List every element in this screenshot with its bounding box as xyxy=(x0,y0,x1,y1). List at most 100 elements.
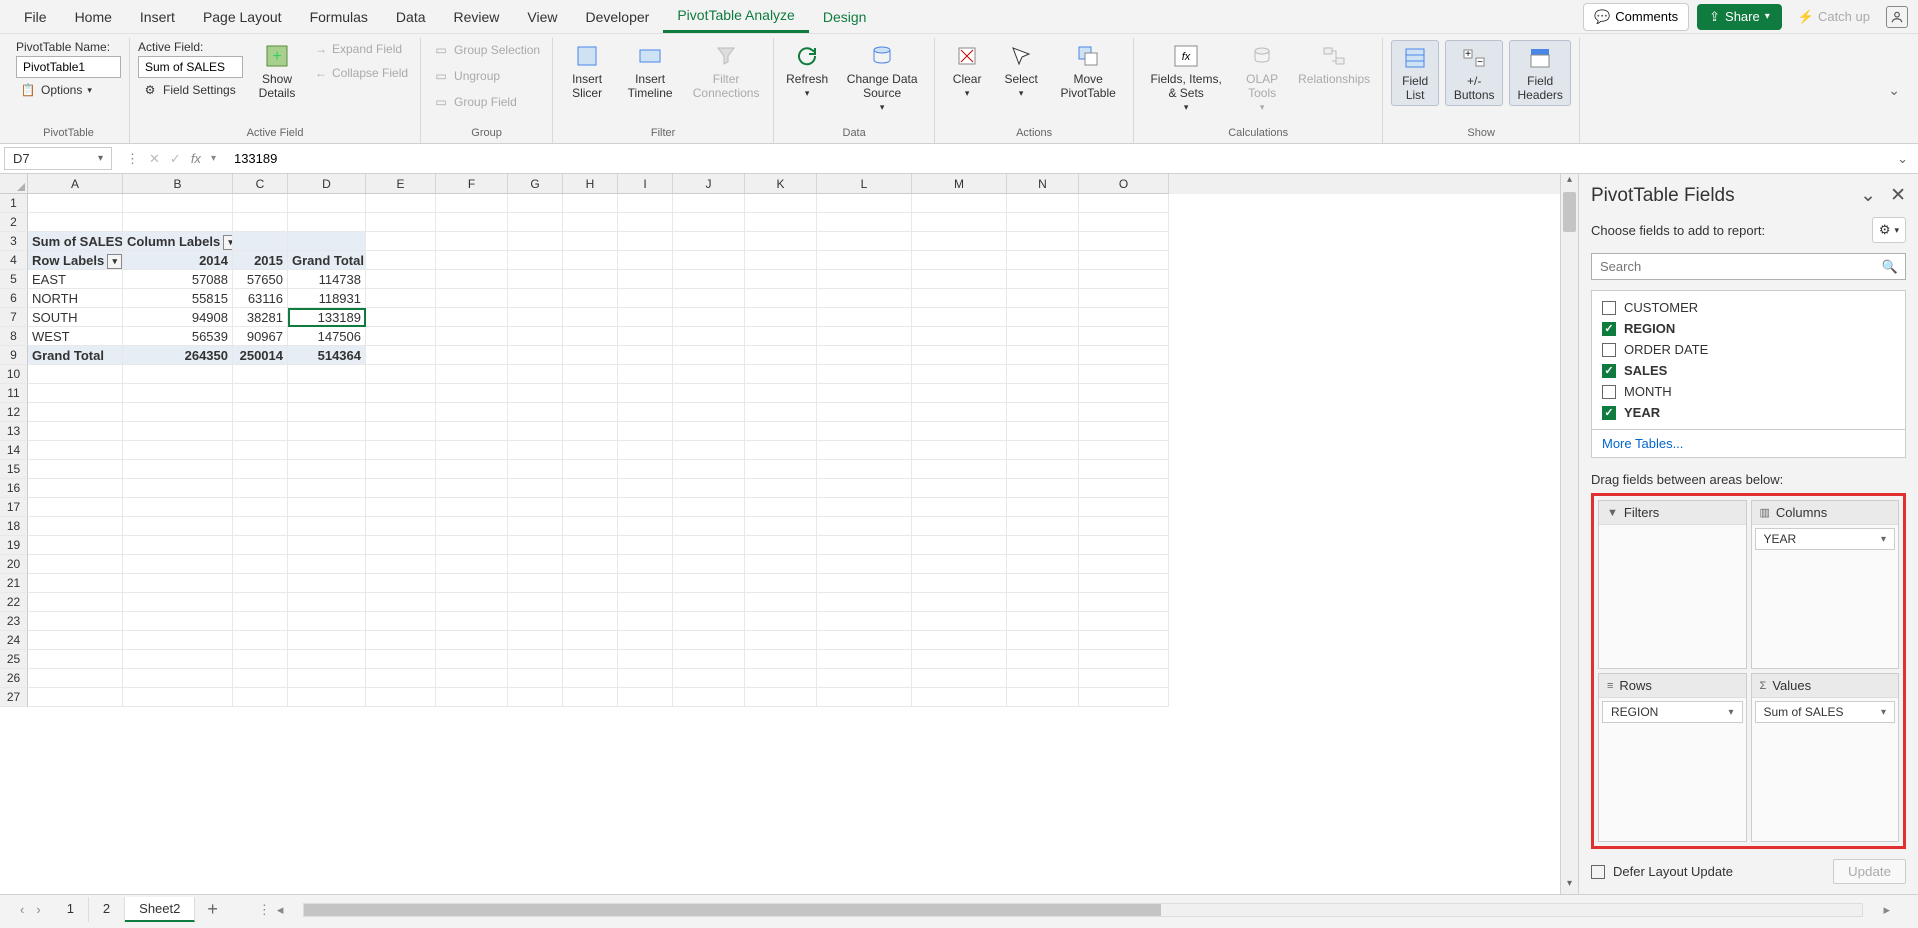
cell-E14[interactable] xyxy=(366,441,436,460)
cell-K20[interactable] xyxy=(745,555,817,574)
row-header-17[interactable]: 17 xyxy=(0,498,28,517)
cell-J23[interactable] xyxy=(673,612,745,631)
cell-B17[interactable] xyxy=(123,498,233,517)
cell-K24[interactable] xyxy=(745,631,817,650)
cell-D17[interactable] xyxy=(288,498,366,517)
cell-A25[interactable] xyxy=(28,650,123,669)
col-header-L[interactable]: L xyxy=(817,174,912,194)
cell-O15[interactable] xyxy=(1079,460,1169,479)
fx-icon[interactable]: fx xyxy=(191,151,201,166)
cell-I24[interactable] xyxy=(618,631,673,650)
cell-C22[interactable] xyxy=(233,593,288,612)
cell-N22[interactable] xyxy=(1007,593,1079,612)
col-header-M[interactable]: M xyxy=(912,174,1007,194)
cell-N3[interactable] xyxy=(1007,232,1079,251)
cell-D20[interactable] xyxy=(288,555,366,574)
cell-F7[interactable] xyxy=(436,308,508,327)
columns-area[interactable]: ▥Columns YEAR▾ xyxy=(1751,500,1900,669)
cell-D7[interactable]: 133189 xyxy=(288,308,366,327)
cell-J8[interactable] xyxy=(673,327,745,346)
cell-B14[interactable] xyxy=(123,441,233,460)
cell-O21[interactable] xyxy=(1079,574,1169,593)
cell-K1[interactable] xyxy=(745,194,817,213)
cell-G18[interactable] xyxy=(508,517,563,536)
cell-J26[interactable] xyxy=(673,669,745,688)
cell-H3[interactable] xyxy=(563,232,618,251)
cell-F19[interactable] xyxy=(436,536,508,555)
cell-J25[interactable] xyxy=(673,650,745,669)
cell-J22[interactable] xyxy=(673,593,745,612)
cell-N4[interactable] xyxy=(1007,251,1079,270)
cell-G24[interactable] xyxy=(508,631,563,650)
cell-D19[interactable] xyxy=(288,536,366,555)
cell-N24[interactable] xyxy=(1007,631,1079,650)
cell-A11[interactable] xyxy=(28,384,123,403)
cell-A15[interactable] xyxy=(28,460,123,479)
cell-N13[interactable] xyxy=(1007,422,1079,441)
cell-O19[interactable] xyxy=(1079,536,1169,555)
cell-G14[interactable] xyxy=(508,441,563,460)
cell-G16[interactable] xyxy=(508,479,563,498)
row-header-14[interactable]: 14 xyxy=(0,441,28,460)
panel-settings-button[interactable]: ⚙ ▾ xyxy=(1872,217,1906,243)
cell-I5[interactable] xyxy=(618,270,673,289)
cell-G8[interactable] xyxy=(508,327,563,346)
cell-J17[interactable] xyxy=(673,498,745,517)
rows-area[interactable]: ≡Rows REGION▾ xyxy=(1598,673,1747,842)
scroll-down-icon[interactable]: ▾ xyxy=(1561,878,1578,894)
tab-insert[interactable]: Insert xyxy=(126,2,189,32)
cell-F14[interactable] xyxy=(436,441,508,460)
defer-checkbox[interactable] xyxy=(1591,865,1605,879)
cell-K3[interactable] xyxy=(745,232,817,251)
row-header-3[interactable]: 3 xyxy=(0,232,28,251)
cell-H19[interactable] xyxy=(563,536,618,555)
cell-D12[interactable] xyxy=(288,403,366,422)
row-header-6[interactable]: 6 xyxy=(0,289,28,308)
cell-H6[interactable] xyxy=(563,289,618,308)
cell-G6[interactable] xyxy=(508,289,563,308)
cell-E12[interactable] xyxy=(366,403,436,422)
cell-M19[interactable] xyxy=(912,536,1007,555)
filters-area[interactable]: ▼Filters xyxy=(1598,500,1747,669)
cell-M20[interactable] xyxy=(912,555,1007,574)
cell-D14[interactable] xyxy=(288,441,366,460)
cell-I26[interactable] xyxy=(618,669,673,688)
cell-C6[interactable]: 63116 xyxy=(233,289,288,308)
cell-G7[interactable] xyxy=(508,308,563,327)
cell-C24[interactable] xyxy=(233,631,288,650)
cell-A2[interactable] xyxy=(28,213,123,232)
row-header-20[interactable]: 20 xyxy=(0,555,28,574)
cell-M18[interactable] xyxy=(912,517,1007,536)
cell-B25[interactable] xyxy=(123,650,233,669)
cell-F16[interactable] xyxy=(436,479,508,498)
cell-K21[interactable] xyxy=(745,574,817,593)
cell-H16[interactable] xyxy=(563,479,618,498)
cell-K14[interactable] xyxy=(745,441,817,460)
col-header-K[interactable]: K xyxy=(745,174,817,194)
hscroll-right-icon[interactable]: ▸ xyxy=(1883,902,1890,918)
cell-M17[interactable] xyxy=(912,498,1007,517)
cell-O8[interactable] xyxy=(1079,327,1169,346)
cell-I1[interactable] xyxy=(618,194,673,213)
cell-H14[interactable] xyxy=(563,441,618,460)
cell-D15[interactable] xyxy=(288,460,366,479)
cell-G23[interactable] xyxy=(508,612,563,631)
col-header-N[interactable]: N xyxy=(1007,174,1079,194)
cell-C11[interactable] xyxy=(233,384,288,403)
row-header-1[interactable]: 1 xyxy=(0,194,28,213)
more-tables-link[interactable]: More Tables... xyxy=(1591,430,1906,458)
cell-J12[interactable] xyxy=(673,403,745,422)
cell-J10[interactable] xyxy=(673,365,745,384)
cell-E5[interactable] xyxy=(366,270,436,289)
field-settings-button[interactable]: ⚙ Field Settings xyxy=(138,80,243,100)
cell-M24[interactable] xyxy=(912,631,1007,650)
cell-F27[interactable] xyxy=(436,688,508,707)
select-button[interactable]: Select▾ xyxy=(997,40,1045,101)
col-header-D[interactable]: D xyxy=(288,174,366,194)
cell-D13[interactable] xyxy=(288,422,366,441)
cell-K27[interactable] xyxy=(745,688,817,707)
cell-L1[interactable] xyxy=(817,194,912,213)
cell-I8[interactable] xyxy=(618,327,673,346)
cell-L11[interactable] xyxy=(817,384,912,403)
row-header-19[interactable]: 19 xyxy=(0,536,28,555)
